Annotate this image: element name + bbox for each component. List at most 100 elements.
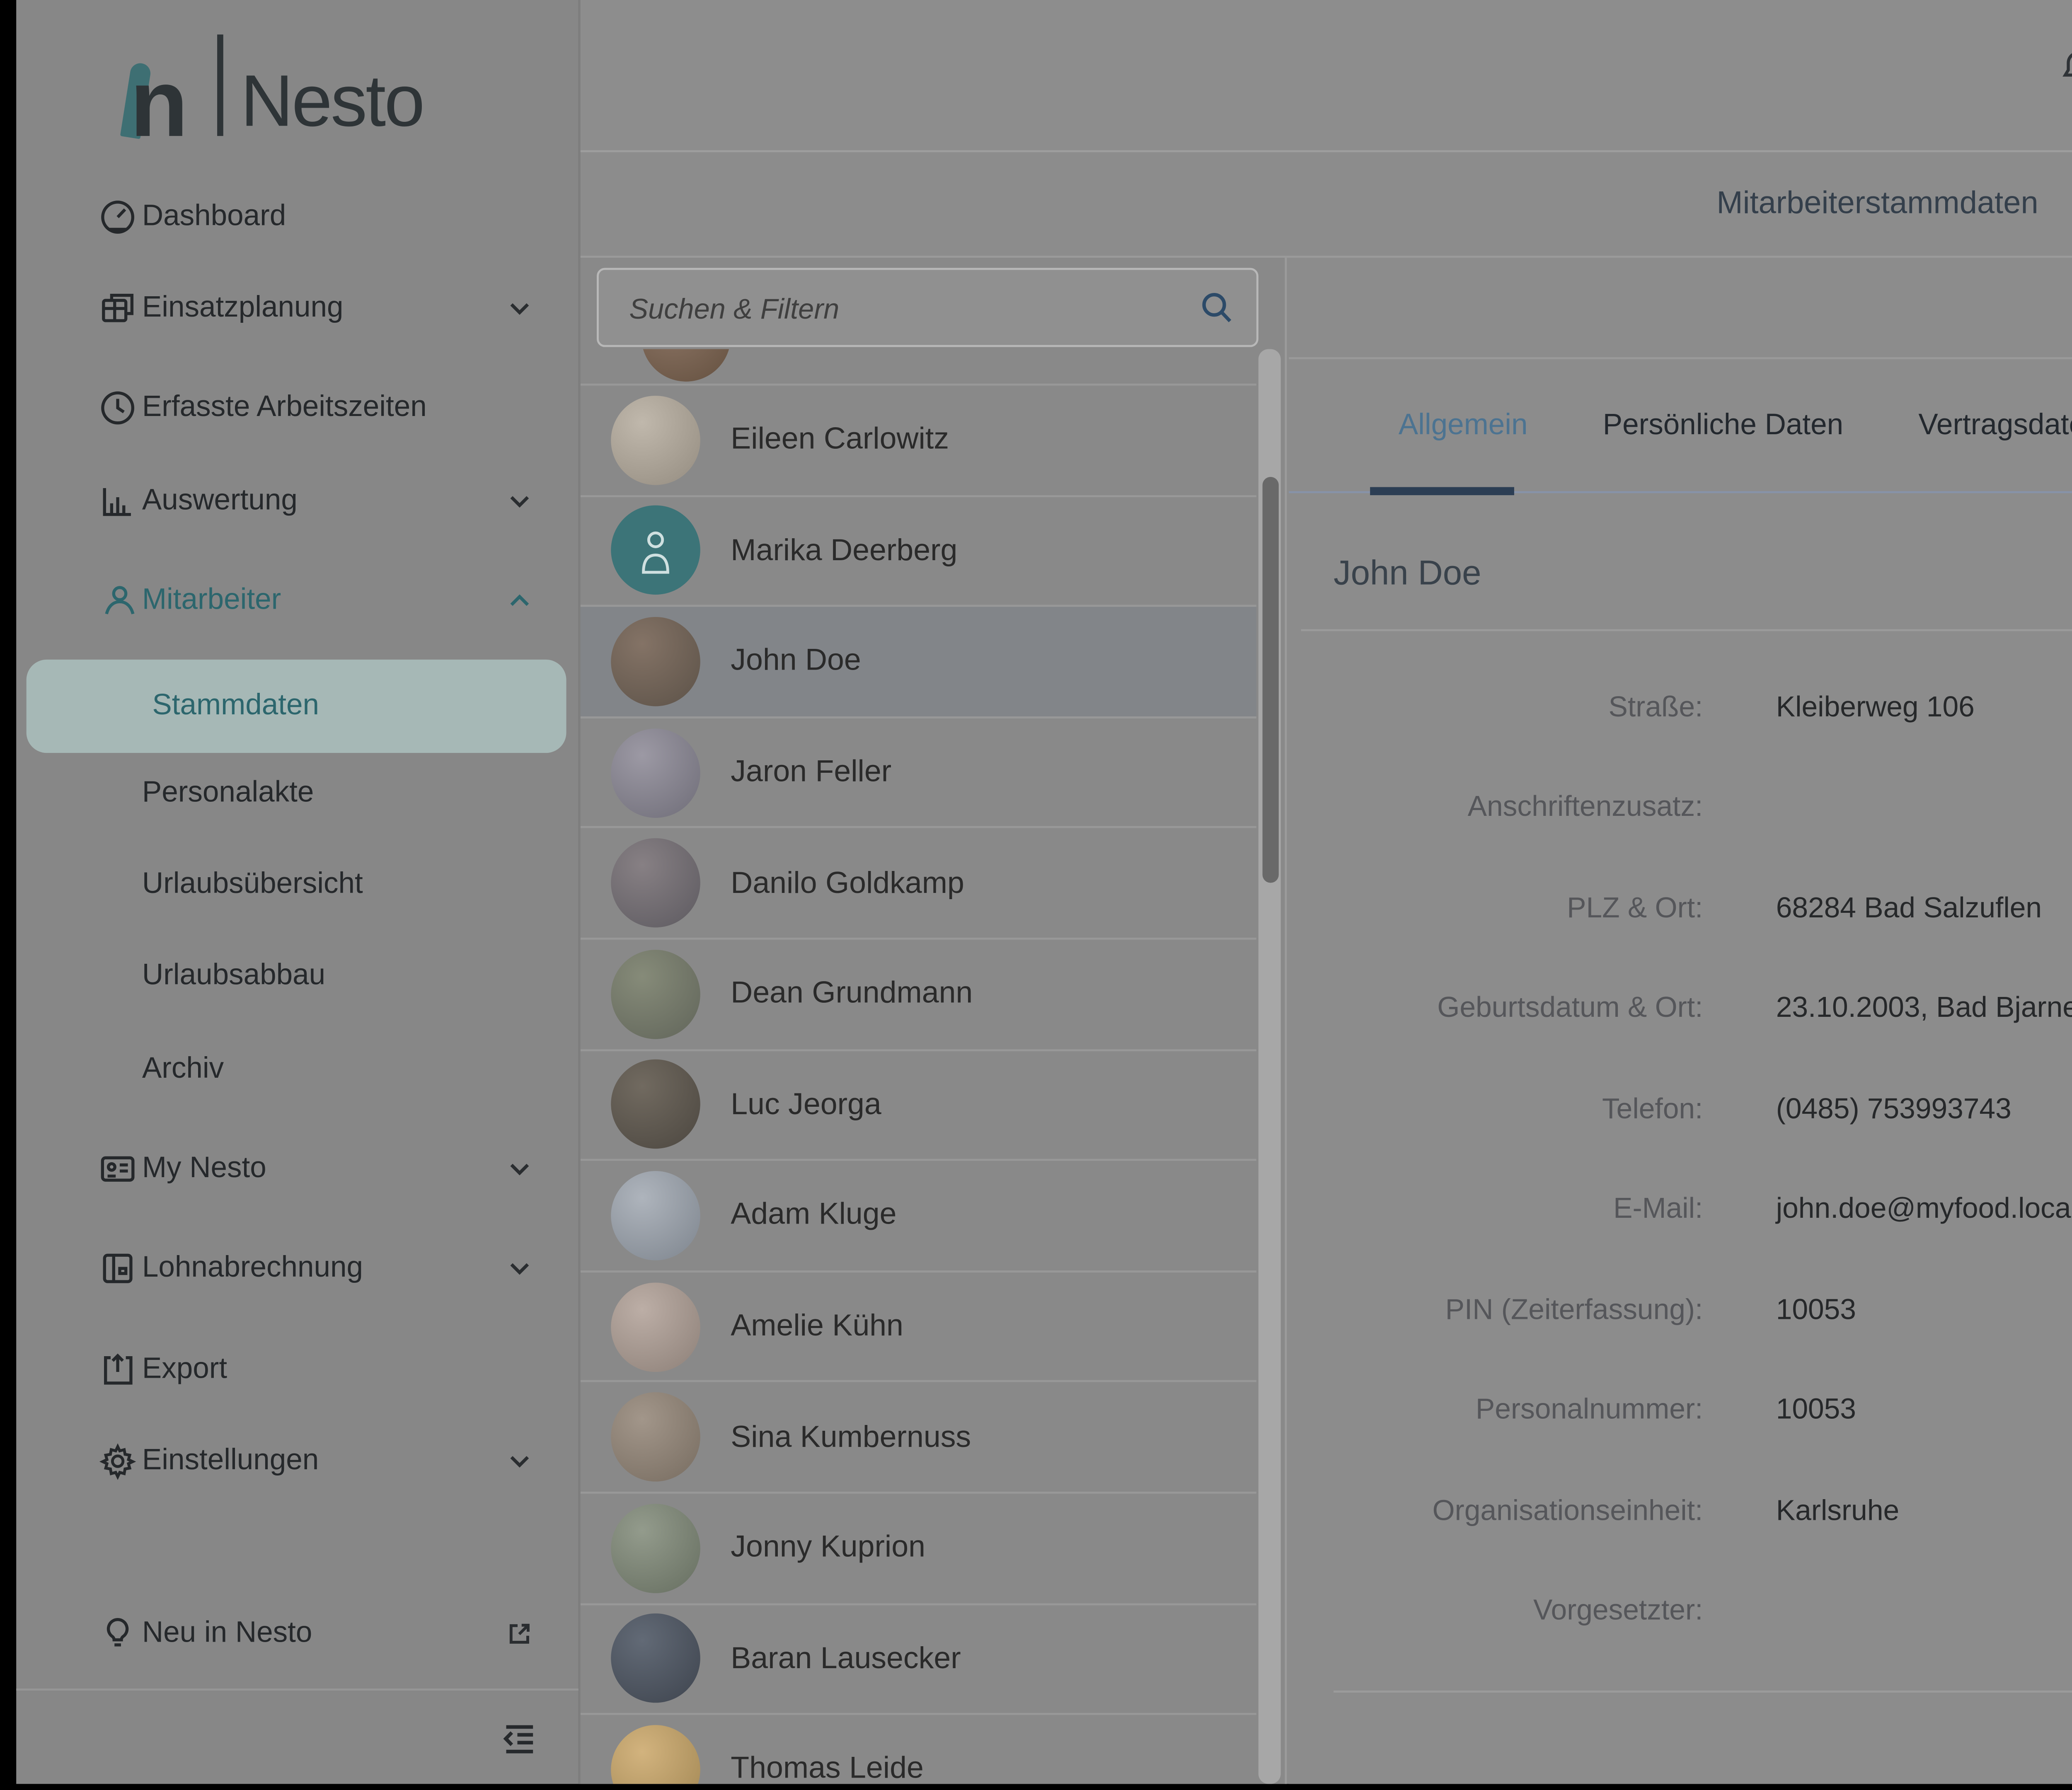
list-item-employee[interactable]: Jaron Feller [581,718,1256,829]
chevron-down-icon [506,1155,534,1183]
chevron-down-icon [506,487,534,516]
list-item-employee[interactable]: Baran Lausecker [581,1604,1256,1715]
field-geburtsdatum-ort: Geburtsdatum & Ort: 23.10.2003, Bad Bjar… [1289,992,2072,1033]
sidebar-item-stammdaten-active[interactable]: Stammdaten [27,660,566,753]
sidebar-item-lohnabrechnung[interactable]: Lohnabrechnung [16,1228,579,1309]
search-box [597,268,1259,347]
employee-list: Eileen Carlowitz Marika Deerberg John Do… [581,349,1256,1784]
avatar [611,728,700,817]
field-organisationseinheit: Organisationseinheit: Karlsruhe [1289,1496,2072,1536]
clock-icon [97,388,138,428]
avatar [641,349,731,381]
dashboard-icon [97,197,138,237]
sidebar-item-my-nesto[interactable]: My Nesto [16,1128,579,1209]
id-card-icon [97,1149,138,1189]
page-title: Mitarbeiterstammdaten [581,186,2072,222]
sidebar-item-einsatzplanung[interactable]: Einsatzplanung [16,268,579,349]
chevron-up-icon [506,587,534,615]
list-item-employee[interactable]: Eileen Carlowitz [581,386,1256,496]
section-divider [1301,629,2072,631]
avatar [611,949,700,1039]
payroll-doc-icon [97,1248,138,1289]
list-item-employee[interactable]: Sina Kumbernuss [581,1383,1256,1493]
sidebar-item-urlaubsuebersicht[interactable]: Urlaubsübersicht [16,844,579,926]
tab-allgemein[interactable]: Allgemein [1399,409,1528,441]
avatar [611,1393,700,1482]
field-pin-zeiterfassung: PIN (Zeiterfassung): 10053 [1289,1295,2072,1335]
tab-vertragsdaten[interactable]: Vertragsdaten [1918,409,2072,441]
list-item-employee[interactable]: Amelie Kühn [581,1272,1256,1383]
sidebar-item-personalakte[interactable]: Personalakte [16,753,579,834]
avatar [611,1503,700,1593]
list-item-employee-selected[interactable]: John Doe [581,607,1256,718]
bar-chart-icon [97,481,138,522]
external-link-icon [506,1620,534,1648]
collapse-sidebar-icon[interactable] [497,1717,542,1762]
list-item-employee[interactable]: Marika Deerberg [581,496,1256,607]
sidebar-item-einstellungen[interactable]: Einstellungen [16,1421,579,1502]
export-icon [97,1350,138,1390]
list-item-employee[interactable]: Danilo Goldkamp [581,829,1256,939]
sidebar-item-archiv[interactable]: Archiv [16,1029,579,1110]
avatar [611,1614,700,1703]
sidebar: n Nesto Dashboard Einsatzplanung Erfa [16,0,579,1784]
field-telefon: Telefon: (0485) 753993743 [1289,1094,2072,1134]
nesto-logo: n Nesto [122,20,424,138]
gear-icon [97,1441,138,1482]
chevron-down-icon [506,294,534,323]
logo-divider [217,34,222,136]
chevron-down-icon [506,1254,534,1283]
sidebar-item-dashboard[interactable]: Dashboard [16,177,579,258]
sidebar-item-export[interactable]: Export [16,1329,579,1410]
employee-detail-panel: John Doe Allgemein Persönliche Daten Ver… [1289,258,2072,1784]
list-item-partially-scrolled[interactable] [581,349,1256,385]
list-scrollbar-thumb[interactable] [1261,477,1278,883]
lightbulb-icon [97,1613,138,1654]
field-plz-ort: PLZ & Ort: 68284 Bad Salzuflen [1289,893,2072,934]
sidebar-item-erfasste-arbeitszeiten[interactable]: Erfasste Arbeitszeiten [16,368,579,449]
logo-wordmark: Nesto [240,65,423,138]
search-icon[interactable] [1200,290,1234,324]
logo-n-glyph: n [130,55,186,150]
avatar [611,617,700,706]
detail-content: John Doe Straße: Kleiberweg 106 Anschrif… [1289,493,2072,1784]
sidebar-item-neu-in-nesto[interactable]: Neu in Nesto [16,1593,579,1674]
list-item-employee[interactable]: Dean Grundmann [581,940,1256,1050]
section-bottom-divider [1334,1691,2072,1693]
sidebar-item-urlaubsabbau[interactable]: Urlaubsabbau [16,936,579,1017]
field-anschriftenzusatz: Anschriftenzusatz: [1289,791,2072,832]
detail-tabs: Allgemein Persönliche Daten Vertragsdate… [1289,359,2072,493]
notifications-bell-icon[interactable] [2056,47,2072,92]
employee-list-panel: Eileen Carlowitz Marika Deerberg John Do… [581,258,1287,1784]
chevron-down-icon [506,1447,534,1476]
list-item-employee[interactable]: Luc Jeorga [581,1050,1256,1161]
top-bar: Handbuch Karlsruhe [581,0,2072,152]
avatar [611,1725,700,1784]
detail-header: John Doe [1289,258,2072,359]
field-vorgesetzter: Vorgesetzter: [1289,1595,2072,1636]
list-item-employee[interactable]: Thomas Leide [581,1715,1256,1784]
avatar [611,1060,700,1149]
person-icon [97,581,138,621]
planning-grid-icon [97,288,138,329]
detail-title: John Doe [1289,289,2072,326]
sidebar-item-mitarbeiter[interactable]: Mitarbeiter [16,560,579,641]
field-strasse: Straße: Kleiberweg 106 [1289,692,2072,733]
field-personalnummer: Personalnummer: 10053 [1289,1394,2072,1435]
sidebar-item-auswertung[interactable]: Auswertung [16,461,579,542]
main-area: Handbuch Karlsruhe Mitarbeiterstammdaten… [579,0,2072,1784]
app-screenshot: n Nesto Dashboard Einsatzplanung Erfa [0,0,2072,1790]
avatar [611,839,700,928]
avatar [611,1171,700,1260]
field-email: E-Mail: john.doe@myfood.local [1289,1193,2072,1234]
sidebar-footer-divider [16,1688,579,1691]
tab-persoenliche-daten[interactable]: Persönliche Daten [1603,409,1843,441]
list-item-employee[interactable]: Adam Kluge [581,1161,1256,1272]
page-header: Mitarbeiterstammdaten Import [581,152,2072,258]
search-input[interactable] [625,270,1173,345]
avatar [611,395,700,485]
avatar [611,1282,700,1371]
person-placeholder-avatar [611,506,700,596]
list-item-employee[interactable]: Jonny Kuprion [581,1494,1256,1604]
section-title: John Doe [1334,554,1481,595]
